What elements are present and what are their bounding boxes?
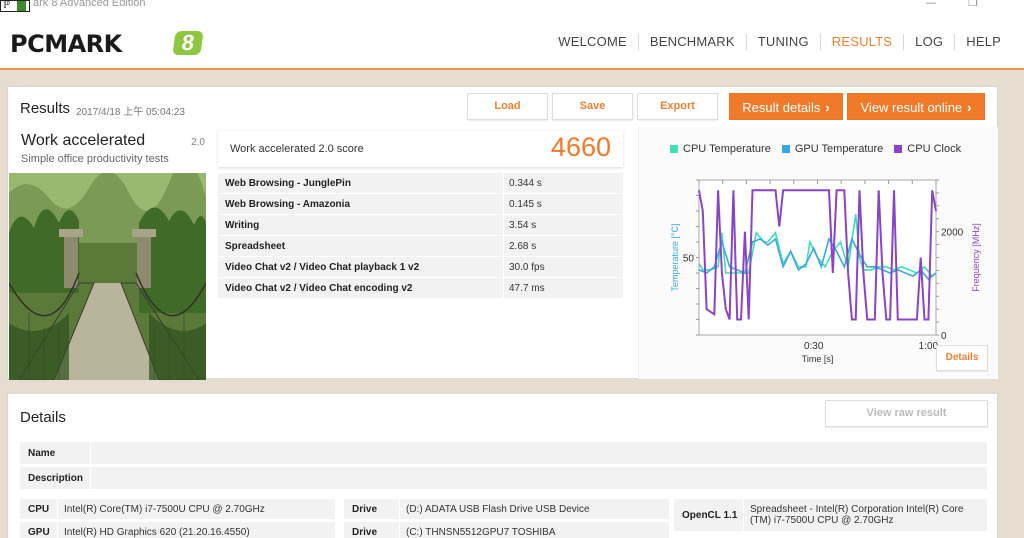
gpu-value: Intel(R) HD Graphics 620 (21.20.16.4550) <box>57 522 250 538</box>
nav-log[interactable]: LOG <box>903 34 954 50</box>
bridge-illustration <box>9 173 206 380</box>
subscore-name: Video Chat v2 / Video Chat playback 1 v2 <box>225 262 420 273</box>
y-left-tick-label: 50 <box>683 254 695 265</box>
opencl-row: OpenCL 1.1 Spreadsheet - Intel(R) Corpor… <box>674 499 987 531</box>
score-value: 4660 <box>550 132 611 162</box>
chart-canvas: 0:30 1:005020000Time [s]Temperature [°C] F… <box>670 179 981 364</box>
details-title: Details <box>20 409 66 426</box>
chart-details-button[interactable]: Details <box>936 345 988 371</box>
subscore-name: Video Chat v2 / Video Chat encoding v2 <box>225 283 413 294</box>
y-right-tick-label: 2000 <box>941 228 964 239</box>
y-left-axis-label: Temperature [°C] <box>670 223 680 291</box>
x-tick-label: 0:30 <box>804 341 824 352</box>
result-date: 2017/4/18 上午 05:04:23 <box>76 107 185 118</box>
file-icon: ℙ <box>3 0 11 11</box>
monitoring-chart: CPU Temperature GPU Temperature CPU Cloc… <box>638 127 998 379</box>
cpu-label: CPU <box>28 504 50 515</box>
results-panel: Results 2017/4/18 上午 05:04:23 Load Save … <box>7 86 998 380</box>
drive-row: Drive (C:) THNSN5512GPU7 TOSHIBA <box>344 522 669 538</box>
test-version: 2.0 <box>191 137 205 148</box>
result-details-button[interactable]: Result details › <box>729 93 843 120</box>
y-right-tick-label: 0 <box>941 331 947 342</box>
subscore-value: 0.145 s <box>503 194 623 214</box>
subscore-name: Web Browsing - Amazonia <box>225 199 351 210</box>
table-row: Video Chat v2 / Video Chat encoding v2 47… <box>218 278 623 299</box>
name-value <box>90 442 987 464</box>
drive-label: Drive <box>352 527 378 538</box>
logo-badge: 8 <box>172 30 204 55</box>
score-label: Work accelerated 2.0 score <box>230 143 364 155</box>
export-button[interactable]: Export <box>637 93 718 120</box>
subscore-value: 30.0 fps <box>503 257 623 277</box>
main-nav: WELCOME BENCHMARK TUNING RESULTS LOG HEL… <box>547 34 1012 50</box>
nav-help[interactable]: HELP <box>954 34 1012 50</box>
nav-benchmark[interactable]: BENCHMARK <box>637 34 746 50</box>
gpu-row: GPU Intel(R) HD Graphics 620 (21.20.16.4… <box>20 522 335 538</box>
save-button[interactable]: Save <box>552 93 633 120</box>
header-divider <box>0 68 1024 70</box>
nav-welcome[interactable]: WELCOME <box>547 34 638 50</box>
table-row: Writing 3.54 s <box>218 215 623 236</box>
score-box: Work accelerated 2.0 score 4660 <box>218 131 623 167</box>
app-header: PCMARK 8 WELCOME BENCHMARK TUNING RESULT… <box>0 12 1024 70</box>
cpu-row: CPU Intel(R) Core(TM) i7-7500U CPU @ 2.7… <box>20 499 335 519</box>
subscore-value: 2.68 s <box>503 236 623 256</box>
subscore-name: Spreadsheet <box>225 241 286 252</box>
pcmark-icon <box>17 1 26 11</box>
subscore-value: 0.344 s <box>503 173 623 193</box>
description-value <box>90 467 987 489</box>
maximize-icon[interactable]: ❐ <box>950 0 996 10</box>
subscore-value: 47.7 ms <box>503 278 623 298</box>
view-online-label: View result online <box>860 100 963 115</box>
results-title: Results <box>20 100 71 117</box>
drive-label: Drive <box>352 504 378 515</box>
nav-results[interactable]: RESULTS <box>819 34 903 50</box>
test-name: Work accelerated <box>21 132 146 149</box>
nav-tuning[interactable]: TUNING <box>745 34 820 50</box>
description-label: Description <box>28 473 84 484</box>
name-row: Name <box>20 442 987 464</box>
window-title-bar: ℙ ark 8 Advanced Edition — ❐ <box>0 0 1024 12</box>
chevron-right-icon: › <box>967 100 972 115</box>
table-row: Spreadsheet 2.68 s <box>218 236 623 257</box>
pcmark-logo: PCMARK 8 <box>10 30 204 58</box>
opencl-value: Spreadsheet - Intel(R) Corporation Intel… <box>743 499 983 531</box>
name-label: Name <box>28 448 56 459</box>
minimize-icon[interactable]: — <box>908 0 954 10</box>
description-row: Description <box>20 467 987 489</box>
details-panel: Details View raw result Name Description… <box>7 393 998 538</box>
subscore-table: Web Browsing - JunglePin 0.344 s Web Brow… <box>218 173 623 299</box>
drive-value: (D:) ADATA USB Flash Drive USB Device <box>399 499 590 519</box>
window-title: ark 8 Advanced Edition <box>33 0 146 9</box>
drive-value: (C:) THNSN5512GPU7 TOSHIBA <box>399 522 556 538</box>
chevron-right-icon: › <box>825 100 830 115</box>
subscore-name: Web Browsing - JunglePin <box>225 178 351 189</box>
test-description: Simple office productivity tests <box>21 153 169 165</box>
drive-row: Drive (D:) ADATA USB Flash Drive USB Dev… <box>344 499 669 519</box>
logo-text: PCMARK <box>10 30 122 58</box>
table-row: Video Chat v2 / Video Chat playback 1 v2… <box>218 257 623 278</box>
gpu-label: GPU <box>28 527 50 538</box>
view-raw-result-button[interactable]: View raw result <box>825 400 988 427</box>
y-right-axis-label: Frequency [MHz] <box>971 223 981 292</box>
test-image <box>9 173 206 380</box>
table-row: Web Browsing - Amazonia 0.145 s <box>218 194 623 215</box>
subscore-value: 3.54 s <box>503 215 623 235</box>
app-icon: ℙ <box>0 0 30 12</box>
x-axis-label: Time [s] <box>802 354 834 364</box>
opencl-label: OpenCL 1.1 <box>682 510 738 521</box>
subscore-name: Writing <box>225 220 260 231</box>
view-online-button[interactable]: View result online › <box>847 93 985 120</box>
table-row: Web Browsing - JunglePin 0.344 s <box>218 173 623 194</box>
load-button[interactable]: Load <box>467 93 548 120</box>
result-details-label: Result details <box>742 100 821 115</box>
cpu-value: Intel(R) Core(TM) i7-7500U CPU @ 2.70GHz <box>57 499 265 519</box>
